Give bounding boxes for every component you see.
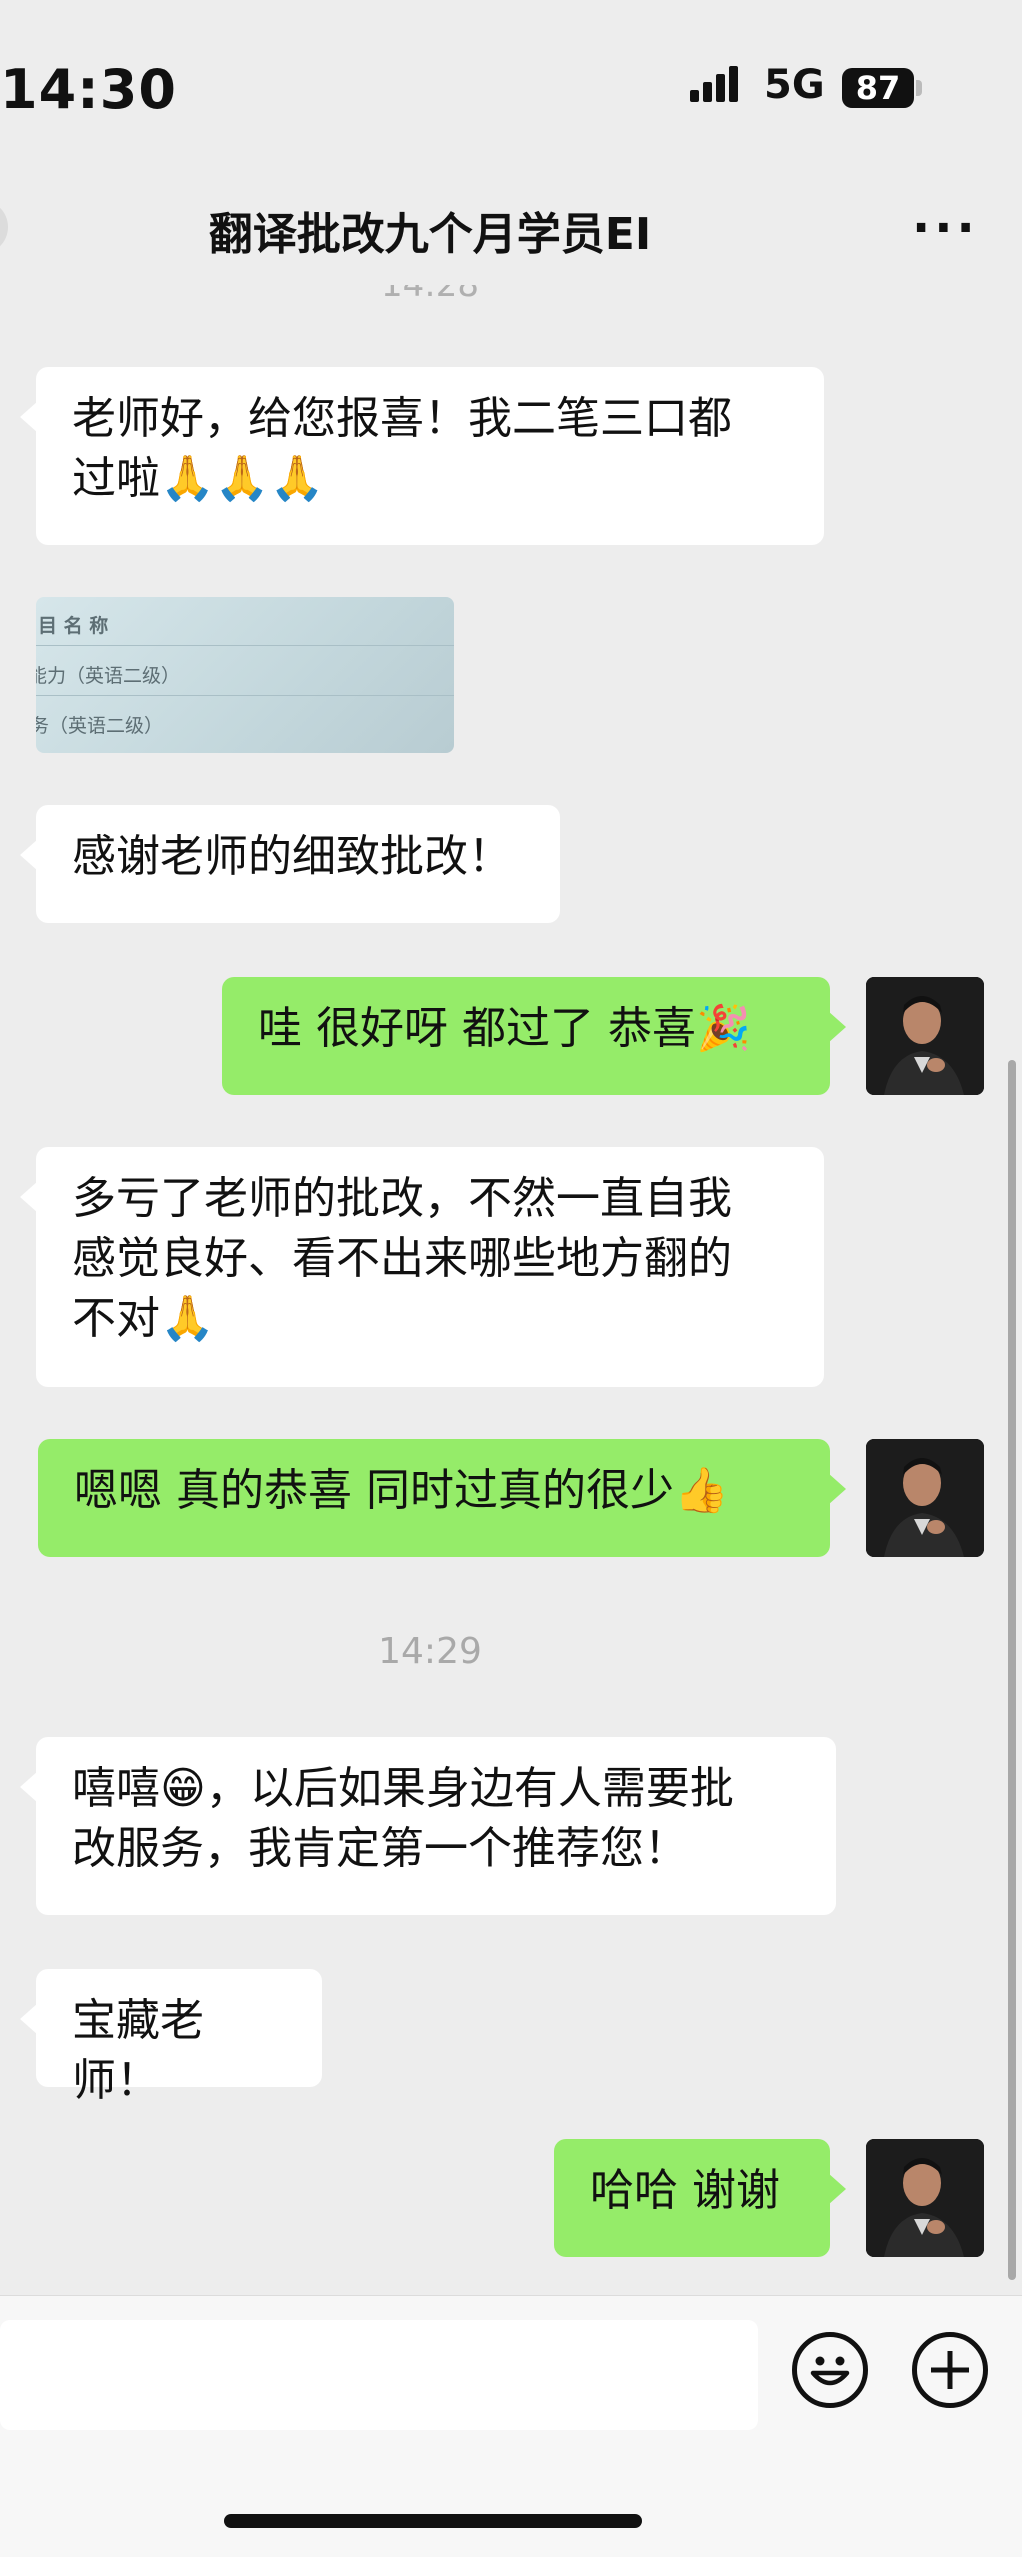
more-icon[interactable]: ··· [912,200,979,256]
plus-icon[interactable] [912,2332,988,2408]
certificate-text: 目 名 称 [38,615,109,637]
certificate-divider [36,695,454,696]
network-label: 5G [764,62,825,108]
signal-icon [690,66,738,102]
message-bubble-received[interactable]: 宝藏老师！ [20,1969,322,2106]
message-bubble-received[interactable]: 老师好，给您报喜！我二笔三口都 过啦🙏🙏🙏 [20,367,824,545]
message-bubble-received[interactable]: 多亏了老师的批改，不然一直自我 感觉良好、看不出来哪些地方翻的 不对🙏 [20,1147,824,1387]
plus-icon-glyph [931,2351,969,2389]
certificate-text: 务（英语二级） [36,715,164,737]
message-input[interactable] [0,2320,758,2430]
emoji-icon-glyph [810,2356,850,2386]
battery-tip [916,80,922,96]
scrollbar[interactable] [1008,1060,1016,2280]
timestamp: 14:29 [378,1631,482,1672]
avatar[interactable] [866,1439,984,1557]
certificate-image[interactable]: 目 名 称 能力（英语二级） 务（英语二级） [36,597,454,753]
chat-header: 翻译批改九个月学员EI ··· [0,170,1022,285]
certificate-divider [36,645,454,646]
message-bubble-sent[interactable]: 哈哈 谢谢 [554,2139,846,2257]
battery-indicator: 87 [842,68,914,108]
message-bubble-sent[interactable]: 哇 很好呀 都过了 恭喜🎉 [222,977,846,1095]
timestamp: 14:28 [381,285,479,305]
avatar-image [866,2139,984,2257]
status-bar: 14:30 5G 87 [0,0,1022,170]
avatar-image [866,977,984,1095]
home-indicator[interactable] [224,2514,642,2528]
message-bubble-received[interactable]: 感谢老师的细致批改！ [20,805,560,923]
input-bar [0,2295,1022,2557]
avatar[interactable] [866,2139,984,2257]
emoji-icon[interactable] [792,2332,868,2408]
message-bubble-received[interactable]: 嘻嘻😁，以后如果身边有人需要批 改服务，我肯定第一个推荐您！ [20,1737,836,1915]
message-list[interactable]: 14:28 老师好，给您报喜！我二笔三口都 过啦🙏🙏🙏 目 名 称 能力（英语二… [0,285,1022,2295]
avatar-image [866,1439,984,1557]
certificate-text: 能力（英语二级） [36,665,181,687]
chat-title: 翻译批改九个月学员EI [208,209,652,260]
message-bubble-sent[interactable]: 嗯嗯 真的恭喜 同时过真的很少👍 [38,1439,846,1557]
status-time: 14:30 [0,58,177,121]
avatar[interactable] [866,977,984,1095]
